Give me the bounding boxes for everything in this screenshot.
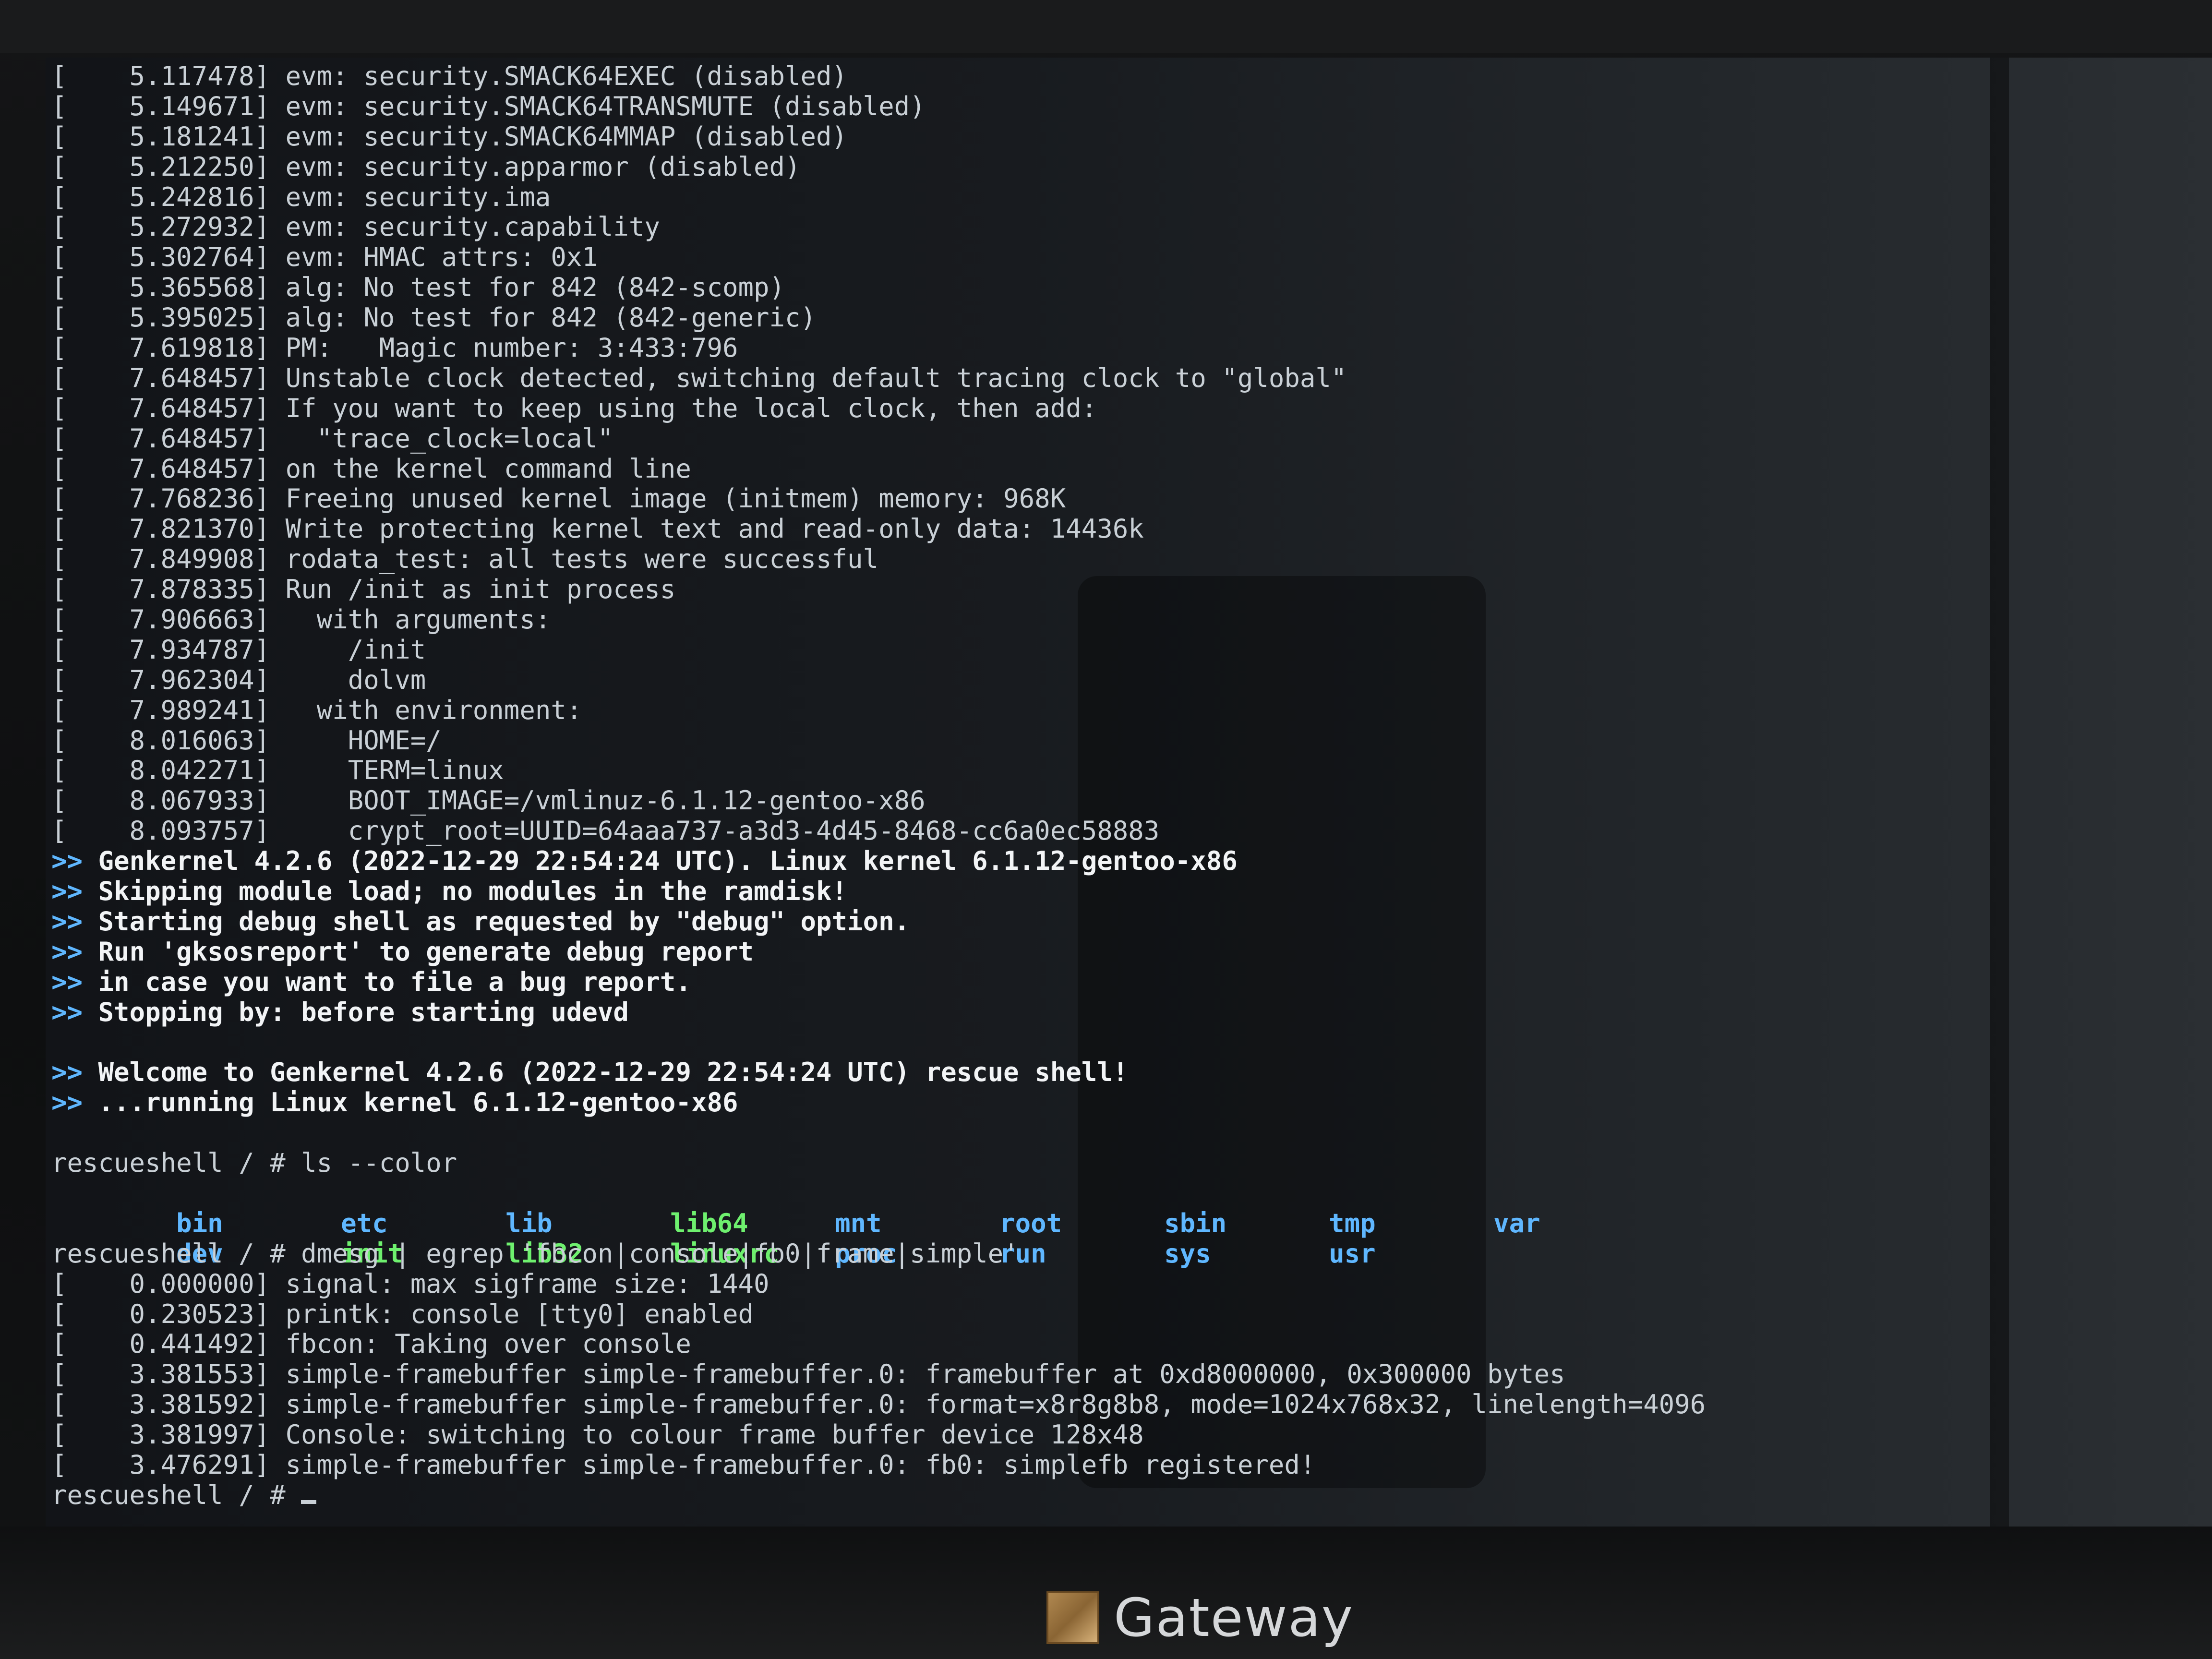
boot-log-line: [ 7.821370] Write protecting kernel text… bbox=[51, 514, 1144, 544]
genkernel-message: >> Starting debug shell as requested by … bbox=[51, 906, 2183, 937]
welcome-message-text: ...running Linux kernel 6.1.12-gentoo-x8… bbox=[98, 1087, 738, 1118]
dmesg-line: [ 0.230523] printk: console [tty0] enabl… bbox=[51, 1298, 754, 1329]
boot-log-line: [ 7.648457] If you want to keep using th… bbox=[51, 393, 1097, 423]
boot-log-line: [ 5.395025] alg: No test for 842 (842-ge… bbox=[51, 302, 817, 333]
boot-log-line: [ 7.878335] Run /init as init process bbox=[51, 574, 676, 605]
boot-log-line: [ 7.648457] "trace_clock=local" bbox=[51, 423, 613, 454]
boot-log-line: [ 8.042271] TERM=linux bbox=[51, 755, 504, 786]
boot-log-line: [ 5.302764] evm: HMAC attrs: 0x1 bbox=[51, 242, 598, 273]
screen: [ 5.117478] evm: security.SMACK64EXEC (d… bbox=[46, 58, 2212, 1527]
dmesg-line: [ 0.000000] signal: max sigframe size: 1… bbox=[51, 1268, 769, 1299]
ls-output-row: bin etc lib lib64 mnt root sbin tmp var bbox=[51, 1178, 2183, 1238]
dmesg-line: [ 3.381553] simple-framebuffer simple-fr… bbox=[51, 1359, 1565, 1390]
welcome-message: >> Welcome to Genkernel 4.2.6 (2022-12-2… bbox=[51, 1057, 2183, 1088]
ls-dir-sys: sys bbox=[1164, 1238, 1211, 1269]
ls-dir-tmp: tmp bbox=[1329, 1208, 1376, 1238]
boot-log-line: [ 7.906663] with arguments: bbox=[51, 604, 551, 635]
gateway-cube-icon bbox=[1046, 1591, 1099, 1644]
ls-dir-var: var bbox=[1493, 1208, 1540, 1238]
genkernel-message-text: Run 'gksosreport' to generate debug repo… bbox=[98, 936, 754, 967]
shell-command-ls: rescueshell / # ls --color bbox=[51, 1148, 457, 1178]
prompt-marker: >> bbox=[51, 966, 83, 997]
terminal[interactable]: [ 5.117478] evm: security.SMACK64EXEC (d… bbox=[51, 61, 2183, 1521]
boot-log-line: [ 7.989241] with environment: bbox=[51, 695, 582, 725]
boot-log-line: [ 5.365568] alg: No test for 842 (842-sc… bbox=[51, 272, 785, 303]
genkernel-message: >> Skipping module load; no modules in t… bbox=[51, 876, 2183, 907]
prompt-marker: >> bbox=[51, 936, 83, 967]
genkernel-message: >> in case you want to file a bug report… bbox=[51, 967, 2183, 998]
monitor: [ 5.117478] evm: security.SMACK64EXEC (d… bbox=[0, 0, 2212, 1659]
prompt-marker: >> bbox=[51, 846, 83, 877]
ls-dir-sbin: sbin bbox=[1164, 1208, 1227, 1238]
shell-prompt[interactable]: rescueshell / # bbox=[51, 1480, 2183, 1511]
ls-dir-usr: usr bbox=[1329, 1238, 1376, 1269]
dmesg-line: [ 3.381592] simple-framebuffer simple-fr… bbox=[51, 1389, 1706, 1420]
dmesg-line: [ 3.476291] simple-framebuffer simple-fr… bbox=[51, 1449, 1316, 1480]
ls-dir-etc: etc bbox=[341, 1208, 388, 1238]
boot-log-line: [ 7.849908] rodata_test: all tests were … bbox=[51, 544, 879, 575]
genkernel-message-text: Skipping module load; no modules in the … bbox=[98, 876, 848, 907]
boot-log-line: [ 7.934787] /init bbox=[51, 634, 426, 665]
dmesg-line: [ 0.441492] fbcon: Taking over console bbox=[51, 1329, 691, 1359]
boot-log-line: [ 8.093757] crypt_root=UUID=64aaa737-a3d… bbox=[51, 816, 1160, 846]
ls-dir-lib: lib bbox=[505, 1208, 553, 1238]
boot-log-line: [ 8.016063] HOME=/ bbox=[51, 725, 442, 756]
prompt-marker: >> bbox=[51, 1087, 83, 1118]
ls-dir-lib64: lib64 bbox=[670, 1208, 748, 1238]
genkernel-message-text: Stopping by: before starting udevd bbox=[98, 997, 629, 1027]
shell-prompt-text: rescueshell / # bbox=[51, 1479, 301, 1510]
top-bezel bbox=[0, 0, 2212, 53]
genkernel-message: >> Stopping by: before starting udevd bbox=[51, 997, 2183, 1028]
brand-logo: Gateway bbox=[1046, 1587, 1354, 1648]
genkernel-message-text: Genkernel 4.2.6 (2022-12-29 22:54:24 UTC… bbox=[98, 846, 1238, 877]
boot-log-line: [ 7.962304] dolvm bbox=[51, 664, 426, 695]
welcome-message-text: Welcome to Genkernel 4.2.6 (2022-12-29 2… bbox=[98, 1057, 1129, 1088]
boot-log-line: [ 5.272932] evm: security.capability bbox=[51, 212, 660, 242]
ls-dir-mnt: mnt bbox=[835, 1208, 882, 1238]
boot-log-line: [ 7.768236] Freeing unused kernel image … bbox=[51, 483, 1066, 514]
boot-log-line: [ 5.117478] evm: security.SMACK64EXEC (d… bbox=[51, 61, 848, 91]
prompt-marker: >> bbox=[51, 906, 83, 937]
genkernel-message: >> Run 'gksosreport' to generate debug r… bbox=[51, 937, 2183, 967]
boot-log-line: [ 7.648457] on the kernel command line bbox=[51, 453, 691, 484]
ls-dir-run: run bbox=[999, 1238, 1046, 1269]
ls-dir-bin: bin bbox=[176, 1208, 223, 1238]
boot-log-line: [ 5.149671] evm: security.SMACK64TRANSMU… bbox=[51, 91, 926, 121]
genkernel-message-text: Starting debug shell as requested by "de… bbox=[98, 906, 910, 937]
ls-dir-root: root bbox=[999, 1208, 1062, 1238]
boot-log-line: [ 5.212250] evm: security.apparmor (disa… bbox=[51, 151, 801, 182]
genkernel-message-text: in case you want to file a bug report. bbox=[98, 966, 691, 997]
dmesg-line: [ 3.381997] Console: switching to colour… bbox=[51, 1419, 1144, 1450]
boot-log-line: [ 7.619818] PM: Magic number: 3:433:796 bbox=[51, 333, 738, 363]
genkernel-message: >> Genkernel 4.2.6 (2022-12-29 22:54:24 … bbox=[51, 846, 2183, 877]
welcome-message: >> ...running Linux kernel 6.1.12-gentoo… bbox=[51, 1087, 2183, 1118]
prompt-marker: >> bbox=[51, 1057, 83, 1088]
boot-log-line: [ 5.181241] evm: security.SMACK64MMAP (d… bbox=[51, 121, 848, 152]
brand-name: Gateway bbox=[1114, 1587, 1354, 1648]
prompt-marker: >> bbox=[51, 876, 83, 907]
boot-log-line: [ 5.242816] evm: security.ima bbox=[51, 181, 551, 212]
boot-log-line: [ 7.648457] Unstable clock detected, swi… bbox=[51, 362, 1347, 393]
boot-log-line: [ 8.067933] BOOT_IMAGE=/vmlinuz-6.1.12-g… bbox=[51, 785, 926, 816]
prompt-marker: >> bbox=[51, 997, 83, 1027]
text-cursor bbox=[301, 1500, 317, 1504]
